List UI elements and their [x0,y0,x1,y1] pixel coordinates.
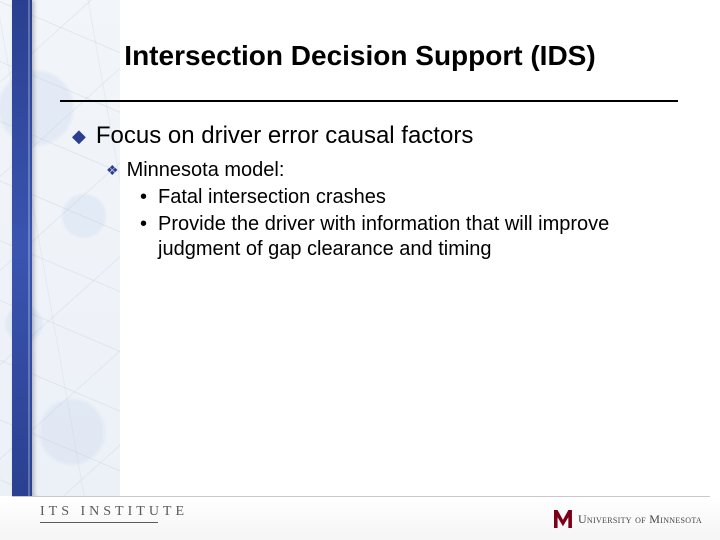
slide-title: Intersection Decision Support (IDS) [0,40,720,72]
bullet-l3b-text: Provide the driver with information that… [158,212,670,262]
university-logo: University of Minnesota [554,510,702,528]
clover-bullet-icon: ❖ [106,158,119,182]
footer: ITS INSTITUTE University of Minnesota [0,496,720,540]
bullet-l1-text: Focus on driver error causal factors [96,122,473,150]
title-underline [60,100,678,102]
slide: Intersection Decision Support (IDS) ◆ Fo… [0,0,720,540]
its-logo-subtext [40,525,188,530]
bullet-l2-text: Minnesota model: [127,158,285,183]
bullet-level-2: ❖ Minnesota model: [106,158,670,183]
dot-bullet-icon: • [140,185,148,209]
bullet-level-3: • Provide the driver with information th… [140,212,670,262]
its-logo-text: ITS INSTITUTE [40,504,188,519]
bullet-level-3: • Fatal intersection crashes [140,185,670,210]
its-logo-rule [40,522,158,523]
diamond-bullet-icon: ◆ [72,122,86,150]
umn-logo-text: University of Minnesota [578,512,702,527]
its-institute-logo: ITS INSTITUTE [40,505,188,530]
dot-bullet-icon: • [140,212,148,236]
bullet-l3a-text: Fatal intersection crashes [158,185,670,210]
left-accent-bar [12,0,32,500]
bullet-level-1: ◆ Focus on driver error causal factors [72,122,670,150]
slide-body: ◆ Focus on driver error causal factors ❖… [72,122,670,264]
umn-m-icon [554,510,572,528]
